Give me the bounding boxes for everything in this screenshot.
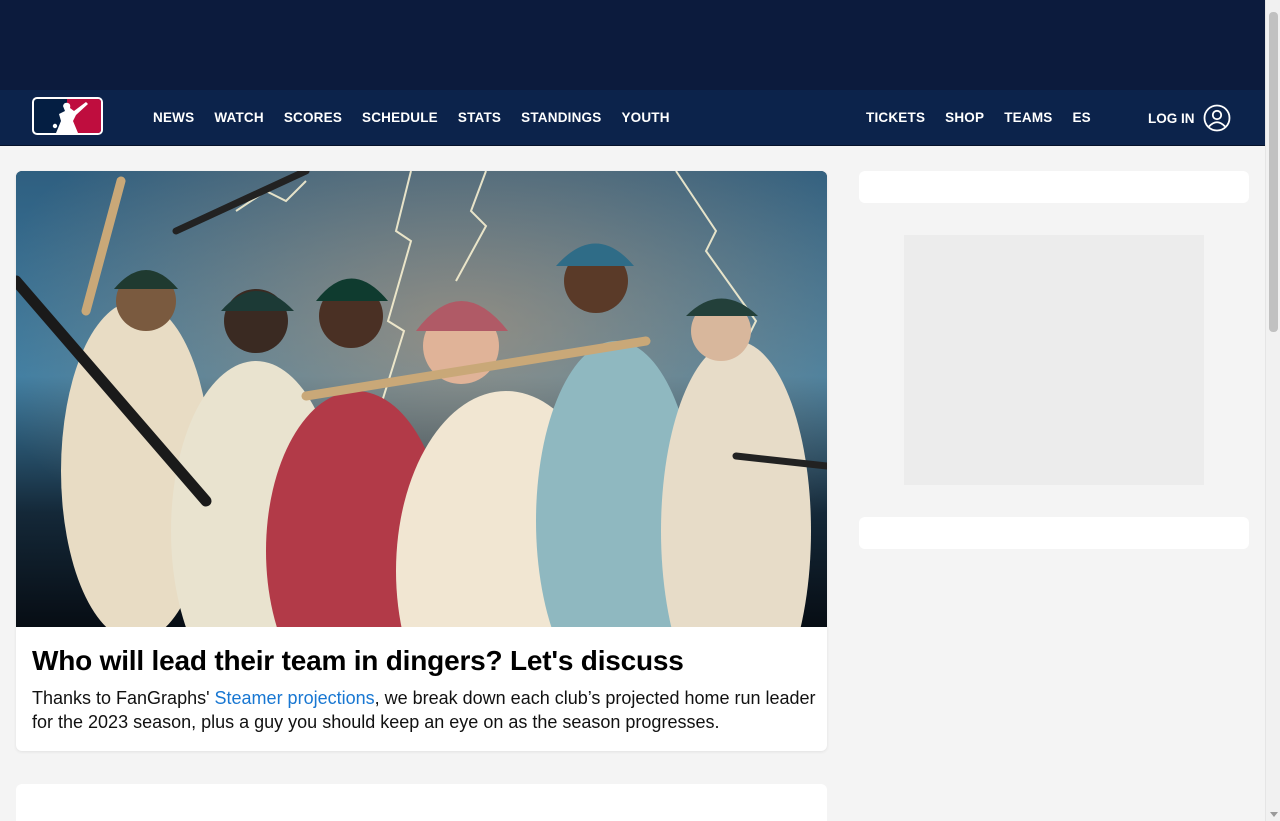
scroll-down-arrow-icon[interactable] — [1270, 812, 1278, 817]
user-circle-icon — [1203, 104, 1230, 132]
nav-schedule[interactable]: SCHEDULE — [352, 90, 448, 146]
featured-story-card: Who will lead their team in dingers? Let… — [16, 171, 827, 751]
sidebar-ad-placeholder — [904, 235, 1204, 485]
nav-news[interactable]: NEWS — [143, 90, 204, 146]
nav-scores[interactable]: SCORES — [274, 90, 352, 146]
sidebar-card-top — [859, 171, 1249, 203]
featured-story-image[interactable] — [16, 171, 827, 627]
nav-stats[interactable]: STATS — [448, 90, 511, 146]
nav-teams[interactable]: TEAMS — [994, 90, 1062, 146]
sidebar-card-bottom — [859, 517, 1249, 549]
next-story-card — [16, 784, 827, 821]
featured-story-headline[interactable]: Who will lead their team in dingers? Let… — [32, 645, 684, 677]
login-button[interactable]: LOG IN — [1148, 90, 1231, 146]
top-navigation: NEWS WATCH SCORES SCHEDULE STATS STANDIN… — [0, 90, 1265, 146]
blurb-text-start: Thanks to FanGraphs' — [32, 688, 215, 708]
top-ad-banner — [0, 0, 1265, 90]
scrollbar-thumb[interactable] — [1269, 12, 1278, 332]
login-label: LOG IN — [1148, 110, 1195, 126]
nav-youth[interactable]: YOUTH — [611, 90, 679, 146]
featured-story-blurb: Thanks to FanGraphs' Steamer projections… — [32, 686, 822, 734]
primary-nav: NEWS WATCH SCORES SCHEDULE STATS STANDIN… — [143, 90, 680, 146]
batter-silhouette-icon — [52, 102, 88, 133]
nav-tickets[interactable]: TICKETS — [856, 90, 935, 146]
mlb-logo[interactable] — [32, 97, 103, 135]
nav-shop[interactable]: SHOP — [935, 90, 994, 146]
nav-language-es[interactable]: ES — [1062, 90, 1100, 146]
steamer-projections-link[interactable]: Steamer projections — [215, 688, 375, 708]
secondary-nav: TICKETS SHOP TEAMS ES — [856, 90, 1101, 146]
nav-standings[interactable]: STANDINGS — [511, 90, 611, 146]
nav-watch[interactable]: WATCH — [204, 90, 274, 146]
page-scrollbar[interactable] — [1265, 0, 1280, 821]
